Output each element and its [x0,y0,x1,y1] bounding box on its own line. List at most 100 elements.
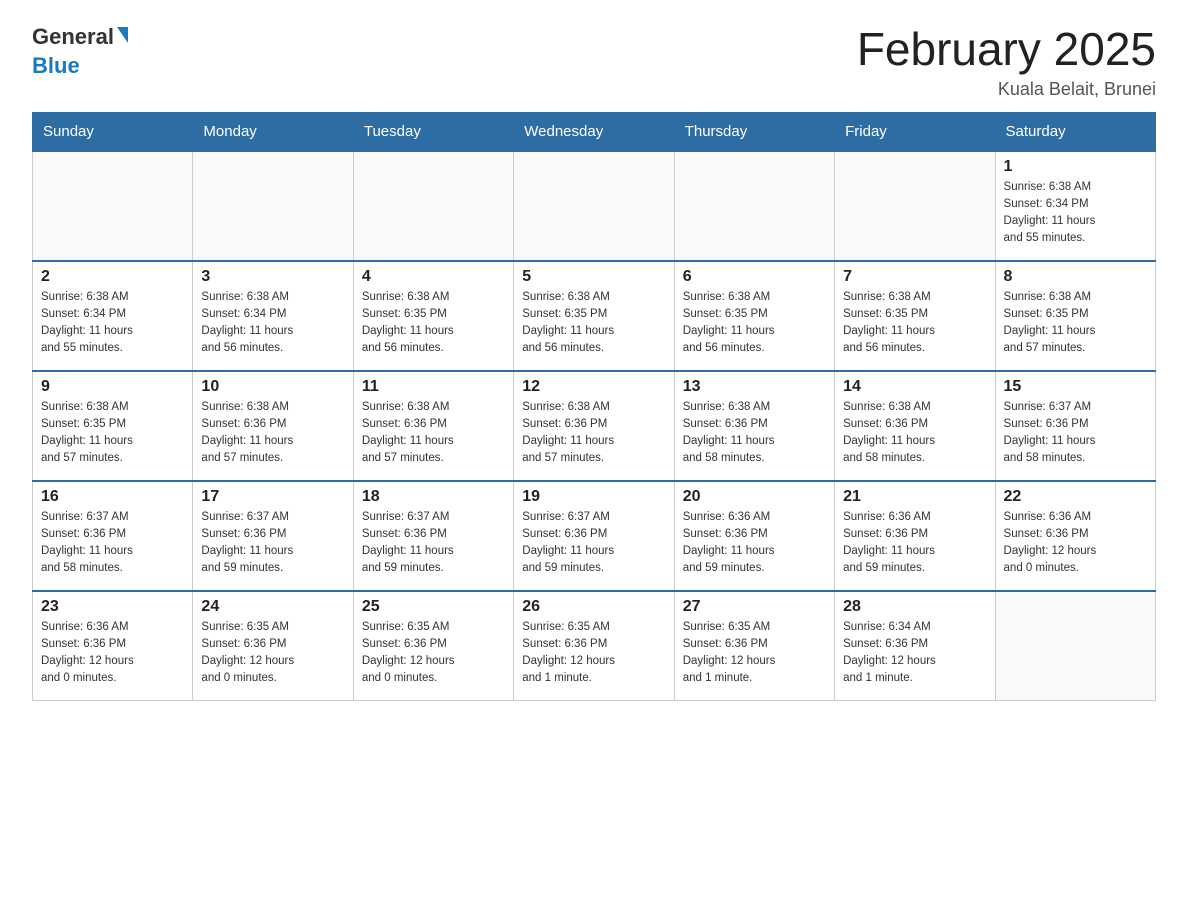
col-sunday: Sunday [33,112,193,151]
table-row: 22Sunrise: 6:36 AM Sunset: 6:36 PM Dayli… [995,481,1155,591]
day-number: 2 [41,268,184,286]
calendar-week-row: 16 Sunrise: 6:37 AM Sunset: 6:36 PM Dayli… [33,481,1156,591]
calendar-week-row: 1 Sunrise: 6:38 AM Sunset: 6:34 PM Daylig… [33,151,1156,261]
table-row: 18 Sunrise: 6:37 AM Sunset: 6:36 PM Dayli… [353,481,513,591]
col-wednesday: Wednesday [514,112,674,151]
day-number: 22 [1004,488,1147,506]
col-tuesday: Tuesday [353,112,513,151]
day-number: 7 [843,268,986,286]
day-number: 26 [522,598,665,616]
table-row [674,151,834,261]
day-info: Sunrise: 6:38 AM Sunset: 6:36 PM Dayligh… [843,399,986,468]
logo-text: General Blue [32,24,128,79]
table-row: 20 Sunrise: 6:36 AM Sunset: 6:36 PM Dayli… [674,481,834,591]
day-info: Sunrise: 6:38 AM Sunset: 6:35 PM Dayligh… [41,399,184,468]
day-number: 16 [41,488,184,506]
page-header: General Blue February 2025 Kuala Belait,… [32,24,1156,100]
col-saturday: Saturday [995,112,1155,151]
location: Kuala Belait, Brunei [857,79,1156,100]
table-row: 15Sunrise: 6:37 AM Sunset: 6:36 PM Dayli… [995,371,1155,481]
table-row [33,151,193,261]
table-row: 17Sunrise: 6:37 AM Sunset: 6:36 PM Dayli… [193,481,353,591]
day-info: Sunrise: 6:36 AM Sunset: 6:36 PM Dayligh… [843,509,986,578]
day-number: 23 [41,598,184,616]
day-number: 5 [522,268,665,286]
day-info: Sunrise: 6:37 AM Sunset: 6:36 PM Dayligh… [362,509,505,578]
day-number: 11 [362,378,505,396]
day-info: Sunrise: 6:36 AM Sunset: 6:36 PM Dayligh… [41,619,184,688]
calendar-header-row: Sunday Monday Tuesday Wednesday Thursday… [33,112,1156,151]
day-info: Sunrise: 6:35 AM Sunset: 6:36 PM Dayligh… [201,619,344,688]
day-number: 21 [843,488,986,506]
day-info: Sunrise: 6:37 AM Sunset: 6:36 PM Dayligh… [41,509,184,578]
table-row [514,151,674,261]
table-row: 9 Sunrise: 6:38 AM Sunset: 6:35 PM Daylig… [33,371,193,481]
table-row: 21 Sunrise: 6:36 AM Sunset: 6:36 PM Dayli… [835,481,995,591]
day-info: Sunrise: 6:38 AM Sunset: 6:34 PM Dayligh… [201,289,344,358]
day-number: 6 [683,268,826,286]
day-number: 9 [41,378,184,396]
day-info: Sunrise: 6:38 AM Sunset: 6:36 PM Dayligh… [201,399,344,468]
table-row: 11 Sunrise: 6:38 AM Sunset: 6:36 PM Dayli… [353,371,513,481]
day-info: Sunrise: 6:37 AM Sunset: 6:36 PM Dayligh… [522,509,665,578]
table-row: 14 Sunrise: 6:38 AM Sunset: 6:36 PM Dayli… [835,371,995,481]
table-row: 10 Sunrise: 6:38 AM Sunset: 6:36 PM Dayli… [193,371,353,481]
col-monday: Monday [193,112,353,151]
table-row: 1 Sunrise: 6:38 AM Sunset: 6:34 PM Daylig… [995,151,1155,261]
table-row: 25 Sunrise: 6:35 AM Sunset: 6:36 PM Dayli… [353,591,513,701]
calendar-week-row: 2 Sunrise: 6:38 AM Sunset: 6:34 PM Daylig… [33,261,1156,371]
day-info: Sunrise: 6:35 AM Sunset: 6:36 PM Dayligh… [683,619,826,688]
day-number: 24 [201,598,344,616]
day-number: 8 [1004,268,1147,286]
day-number: 10 [201,378,344,396]
table-row: 19 Sunrise: 6:37 AM Sunset: 6:36 PM Dayli… [514,481,674,591]
calendar-week-row: 9 Sunrise: 6:38 AM Sunset: 6:35 PM Daylig… [33,371,1156,481]
logo: General Blue [32,24,128,79]
title-section: February 2025 Kuala Belait, Brunei [857,24,1156,100]
table-row [193,151,353,261]
calendar-week-row: 23 Sunrise: 6:36 AM Sunset: 6:36 PM Dayli… [33,591,1156,701]
day-number: 13 [683,378,826,396]
table-row: 8 Sunrise: 6:38 AM Sunset: 6:35 PM Daylig… [995,261,1155,371]
day-number: 20 [683,488,826,506]
day-info: Sunrise: 6:38 AM Sunset: 6:36 PM Dayligh… [522,399,665,468]
table-row: 26 Sunrise: 6:35 AM Sunset: 6:36 PM Dayli… [514,591,674,701]
day-number: 12 [522,378,665,396]
table-row [353,151,513,261]
day-info: Sunrise: 6:36 AM Sunset: 6:36 PM Dayligh… [683,509,826,578]
table-row: 2 Sunrise: 6:38 AM Sunset: 6:34 PM Daylig… [33,261,193,371]
table-row: 13 Sunrise: 6:38 AM Sunset: 6:36 PM Dayli… [674,371,834,481]
day-number: 17 [201,488,344,506]
day-info: Sunrise: 6:38 AM Sunset: 6:34 PM Dayligh… [1004,179,1147,248]
day-info: Sunrise: 6:37 AM Sunset: 6:36 PM Dayligh… [1004,399,1147,468]
day-number: 28 [843,598,986,616]
day-number: 19 [522,488,665,506]
day-info: Sunrise: 6:38 AM Sunset: 6:35 PM Dayligh… [843,289,986,358]
day-info: Sunrise: 6:35 AM Sunset: 6:36 PM Dayligh… [362,619,505,688]
table-row: 4Sunrise: 6:38 AM Sunset: 6:35 PM Daylig… [353,261,513,371]
calendar-table: Sunday Monday Tuesday Wednesday Thursday… [32,112,1156,702]
logo-blue: Blue [32,53,80,78]
day-info: Sunrise: 6:38 AM Sunset: 6:36 PM Dayligh… [683,399,826,468]
day-number: 1 [1004,158,1147,176]
day-number: 27 [683,598,826,616]
day-info: Sunrise: 6:38 AM Sunset: 6:34 PM Dayligh… [41,289,184,358]
table-row: 16 Sunrise: 6:37 AM Sunset: 6:36 PM Dayli… [33,481,193,591]
day-info: Sunrise: 6:35 AM Sunset: 6:36 PM Dayligh… [522,619,665,688]
table-row: 6 Sunrise: 6:38 AM Sunset: 6:35 PM Daylig… [674,261,834,371]
table-row: 5 Sunrise: 6:38 AM Sunset: 6:35 PM Daylig… [514,261,674,371]
table-row: 12 Sunrise: 6:38 AM Sunset: 6:36 PM Dayli… [514,371,674,481]
table-row [995,591,1155,701]
day-number: 25 [362,598,505,616]
table-row: 24 Sunrise: 6:35 AM Sunset: 6:36 PM Dayli… [193,591,353,701]
day-number: 18 [362,488,505,506]
day-info: Sunrise: 6:38 AM Sunset: 6:35 PM Dayligh… [1004,289,1147,358]
day-number: 3 [201,268,344,286]
day-number: 14 [843,378,986,396]
logo-general: General [32,24,114,49]
day-info: Sunrise: 6:38 AM Sunset: 6:36 PM Dayligh… [362,399,505,468]
col-friday: Friday [835,112,995,151]
day-info: Sunrise: 6:38 AM Sunset: 6:35 PM Dayligh… [683,289,826,358]
table-row [835,151,995,261]
day-info: Sunrise: 6:38 AM Sunset: 6:35 PM Dayligh… [522,289,665,358]
